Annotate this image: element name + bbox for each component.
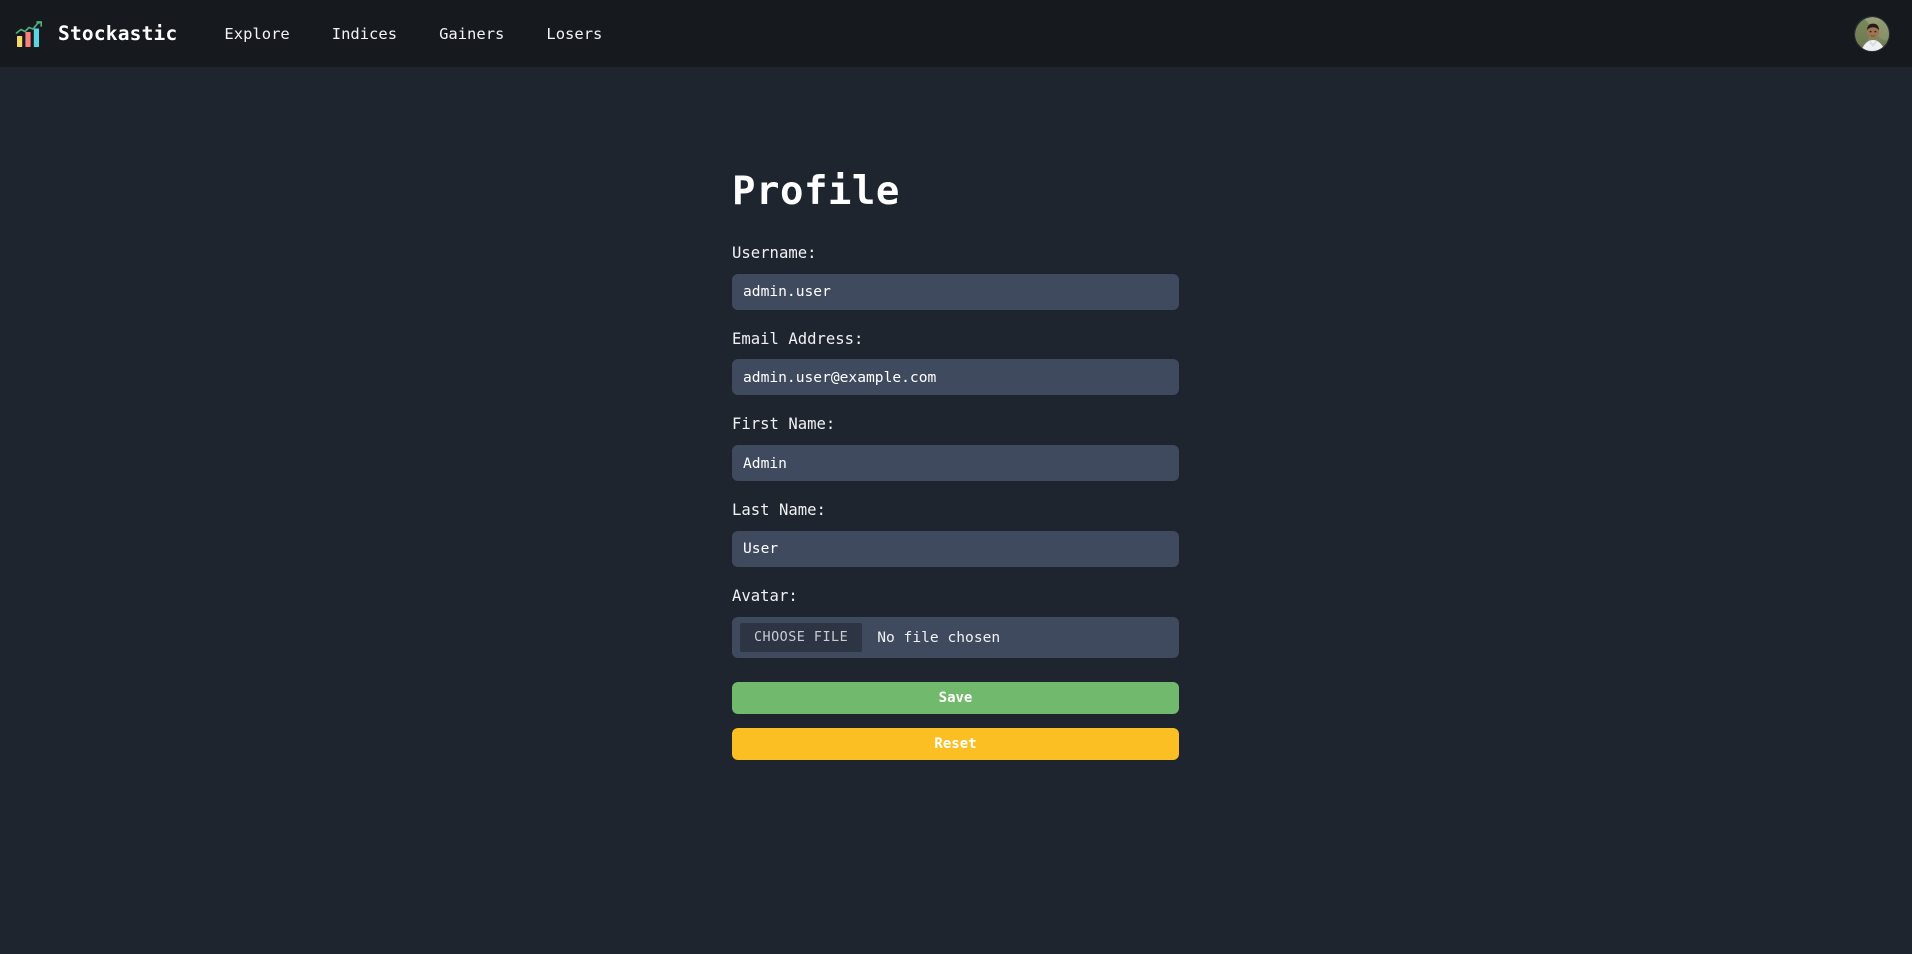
label-last-name: Last Name:: [732, 501, 826, 520]
field-email: Email Address:: [732, 330, 1179, 396]
label-first-name: First Name:: [732, 415, 836, 434]
email-input[interactable]: [732, 359, 1179, 396]
page-content: Profile Username: Email Address: First N…: [0, 67, 1912, 954]
choose-file-button[interactable]: CHOOSE FILE: [740, 622, 863, 652]
top-navbar: Stockastic Explore Indices Gainers Loser…: [0, 0, 1912, 67]
nav-link-gainers[interactable]: Gainers: [418, 17, 525, 51]
nav-links: Explore Indices Gainers Losers: [203, 17, 623, 51]
avatar-file-input[interactable]: CHOOSE FILE No file chosen: [732, 616, 1179, 658]
user-avatar-icon[interactable]: [1854, 15, 1890, 52]
field-first-name: First Name:: [732, 415, 1179, 482]
save-button[interactable]: Save: [732, 681, 1179, 714]
last-name-input[interactable]: [732, 530, 1179, 567]
first-name-input[interactable]: [732, 445, 1179, 482]
label-email: Email Address:: [732, 329, 864, 348]
nav-item-explore: Explore: [203, 17, 310, 51]
label-username: Username:: [732, 244, 817, 262]
logo-icon: [14, 19, 44, 49]
brand-home-link[interactable]: Stockastic: [14, 19, 177, 49]
file-status-text: No file chosen: [877, 628, 1001, 646]
field-username: Username:: [732, 244, 1179, 310]
nav-link-losers[interactable]: Losers: [525, 17, 623, 51]
nav-item-indices: Indices: [311, 17, 418, 51]
avatar-menu[interactable]: [1854, 15, 1890, 52]
page-title: Profile: [732, 169, 900, 214]
reset-button[interactable]: Reset: [732, 727, 1179, 760]
nav-link-indices[interactable]: Indices: [311, 17, 418, 51]
username-input[interactable]: [732, 273, 1179, 310]
nav-link-explore[interactable]: Explore: [203, 17, 310, 51]
brand-name: Stockastic: [58, 22, 178, 45]
nav-item-gainers: Gainers: [418, 17, 525, 51]
field-avatar: Avatar: CHOOSE FILE No file chosen: [732, 587, 1179, 658]
label-avatar: Avatar:: [732, 586, 798, 605]
nav-item-losers: Losers: [525, 17, 623, 51]
field-last-name: Last Name:: [732, 501, 1179, 567]
profile-form: Profile Username: Email Address: First N…: [732, 172, 1179, 760]
